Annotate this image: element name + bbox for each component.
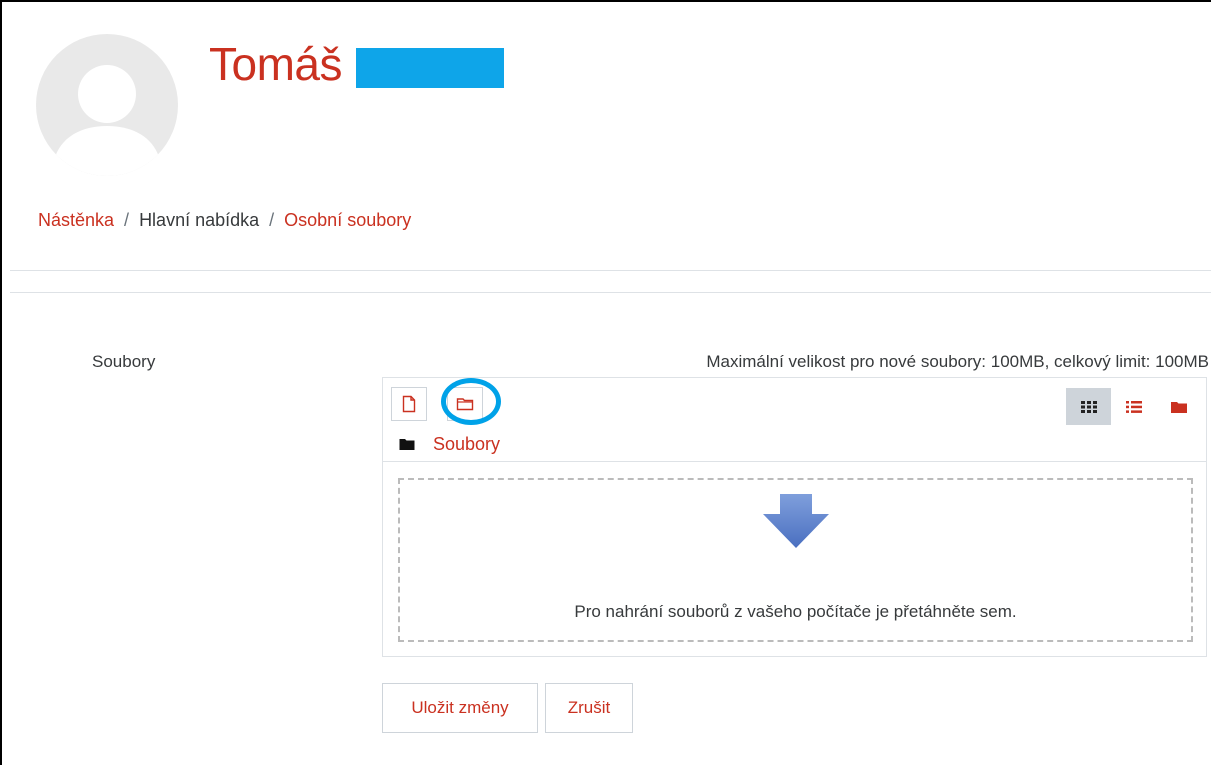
breadcrumb: Nástěnka / Hlavní nabídka / Osobní soubo…	[38, 210, 411, 231]
drop-zone[interactable]: Pro nahrání souborů z vašeho počítače je…	[398, 478, 1193, 642]
breadcrumb-item-main-menu: Hlavní nabídka	[139, 210, 260, 230]
save-changes-button[interactable]: Uložit změny	[382, 683, 538, 733]
user-silhouette-icon	[52, 65, 162, 176]
divider	[10, 270, 1211, 271]
max-size-info: Maximální velikost pro nové soubory: 100…	[706, 352, 1209, 371]
redacted-last-name	[355, 48, 504, 88]
file-manager-path: Soubory	[399, 434, 500, 455]
drop-zone-message: Pro nahrání souborů z vašeho počítače je…	[574, 602, 1017, 621]
view-list-button[interactable]	[1111, 388, 1156, 425]
folder-icon	[456, 398, 474, 411]
grid-icon	[1080, 400, 1097, 413]
create-folder-button[interactable]	[447, 387, 483, 421]
path-folder-link[interactable]: Soubory	[433, 434, 500, 455]
folder-filled-icon	[399, 439, 415, 450]
view-switcher	[1066, 388, 1201, 425]
breadcrumb-item-private-files[interactable]: Osobní soubory	[284, 210, 411, 231]
divider	[10, 292, 1211, 293]
download-arrow-icon	[762, 494, 829, 548]
folder-tree-icon	[1170, 401, 1187, 413]
user-first-name: Tomáš	[209, 38, 342, 90]
add-file-button[interactable]	[391, 387, 427, 421]
file-manager: Soubory Pro nahrání souborů z vašeho poč…	[382, 377, 1207, 657]
cancel-button[interactable]: Zrušit	[545, 683, 633, 733]
view-icons-button[interactable]	[1066, 388, 1111, 425]
breadcrumb-separator: /	[269, 210, 275, 230]
avatar	[36, 34, 178, 176]
user-fullname: Tomáš	[209, 40, 504, 88]
breadcrumb-item-dashboard[interactable]: Nástěnka	[38, 210, 114, 231]
file-icon	[402, 395, 416, 413]
breadcrumb-separator: /	[124, 210, 130, 230]
file-manager-toolbar: Soubory	[383, 378, 1206, 462]
files-field-label: Soubory	[92, 352, 156, 371]
view-tree-button[interactable]	[1156, 388, 1201, 425]
list-icon	[1125, 400, 1142, 413]
